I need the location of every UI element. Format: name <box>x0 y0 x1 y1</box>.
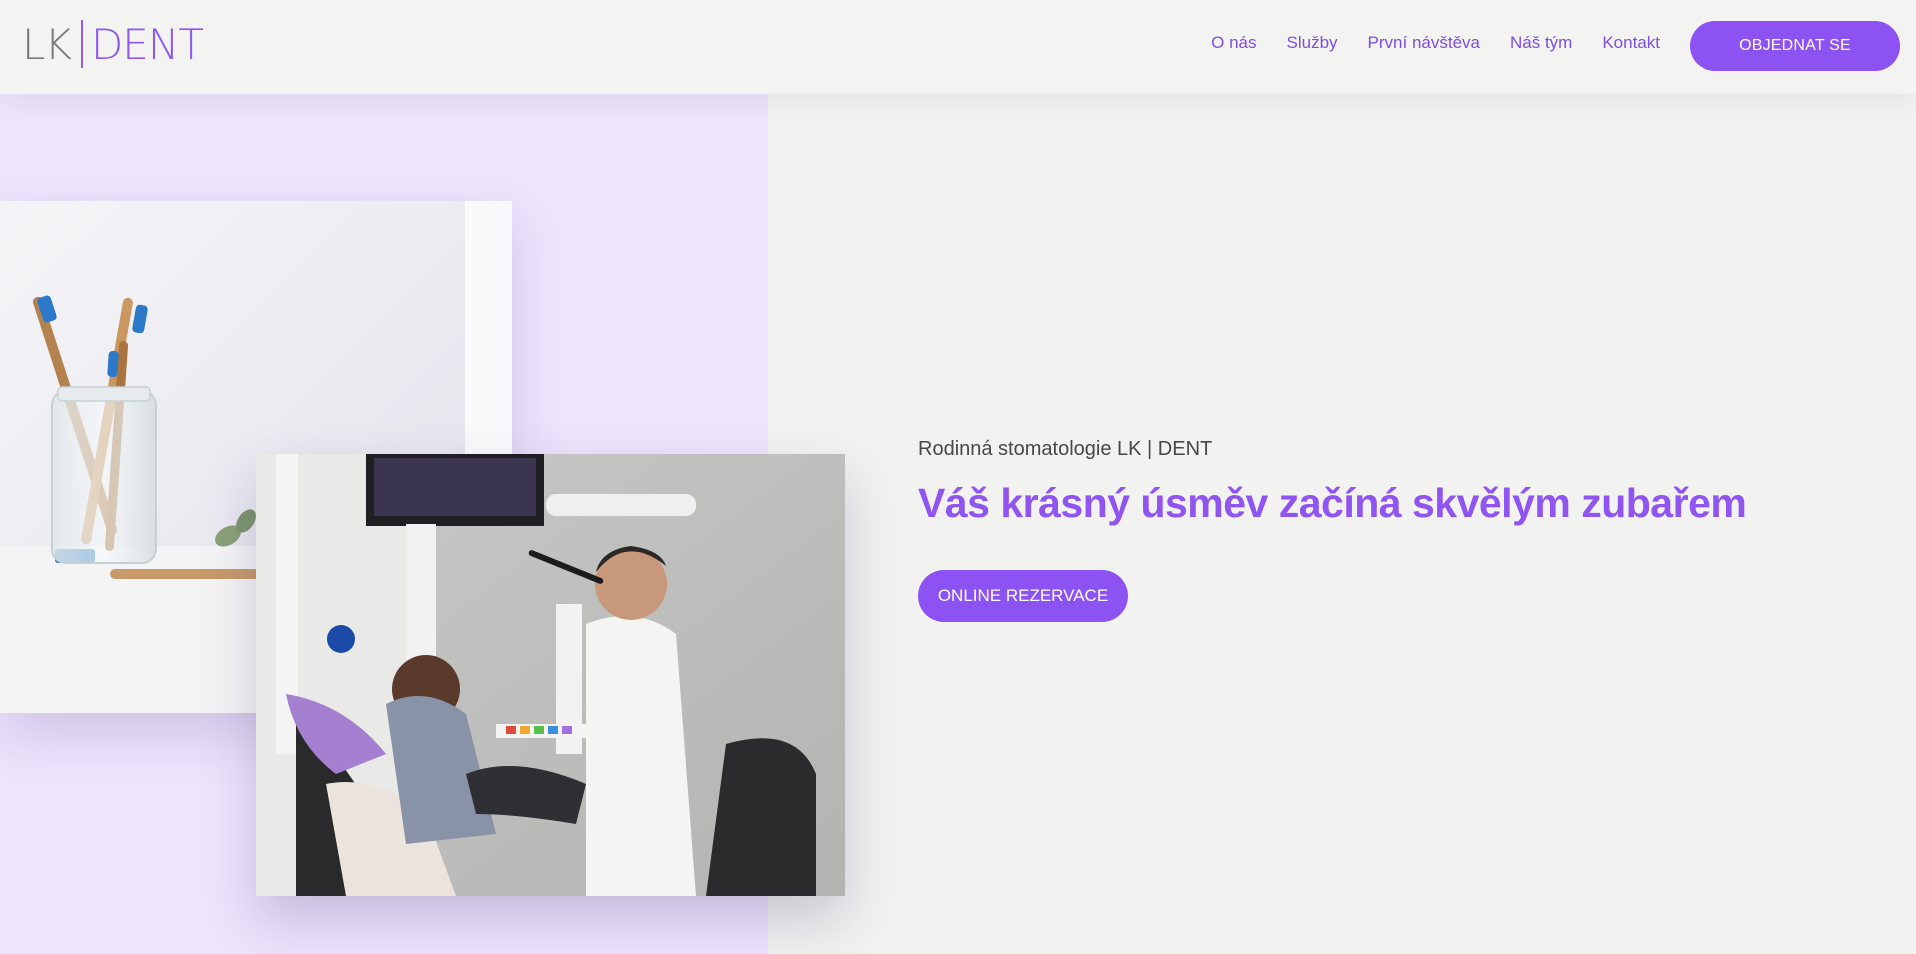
nav-link-o-nas[interactable]: O nás <box>1211 33 1256 53</box>
page: LK DENT O nás Služby První návštěva Náš … <box>0 0 1916 954</box>
nav-link-nas-tym[interactable]: Náš tým <box>1510 33 1572 53</box>
nav-link-kontakt[interactable]: Kontakt <box>1602 33 1660 53</box>
main-nav: O nás Služby První návštěva Náš tým Kont… <box>1211 33 1660 53</box>
hero-subtitle: Rodinná stomatologie LK | DENT <box>918 438 1213 460</box>
dentist-with-patient-photo <box>256 454 845 896</box>
logo-text-dent: DENT <box>90 19 204 69</box>
logo-text-lk: LK <box>22 19 72 69</box>
hero-title: Váš krásný úsměv začíná skvělým zubařem <box>918 480 1747 526</box>
nav-link-sluzby[interactable]: Služby <box>1287 33 1338 53</box>
logo-divider <box>80 20 83 68</box>
book-appointment-button[interactable]: OBJEDNAT SE <box>1690 21 1900 71</box>
nav-link-prvni-navsteva[interactable]: První návštěva <box>1368 33 1480 53</box>
site-header: LK DENT O nás Služby První návštěva Náš … <box>0 0 1916 94</box>
online-reservation-button[interactable]: ONLINE REZERVACE <box>918 570 1128 622</box>
site-logo[interactable]: LK DENT <box>22 19 204 69</box>
